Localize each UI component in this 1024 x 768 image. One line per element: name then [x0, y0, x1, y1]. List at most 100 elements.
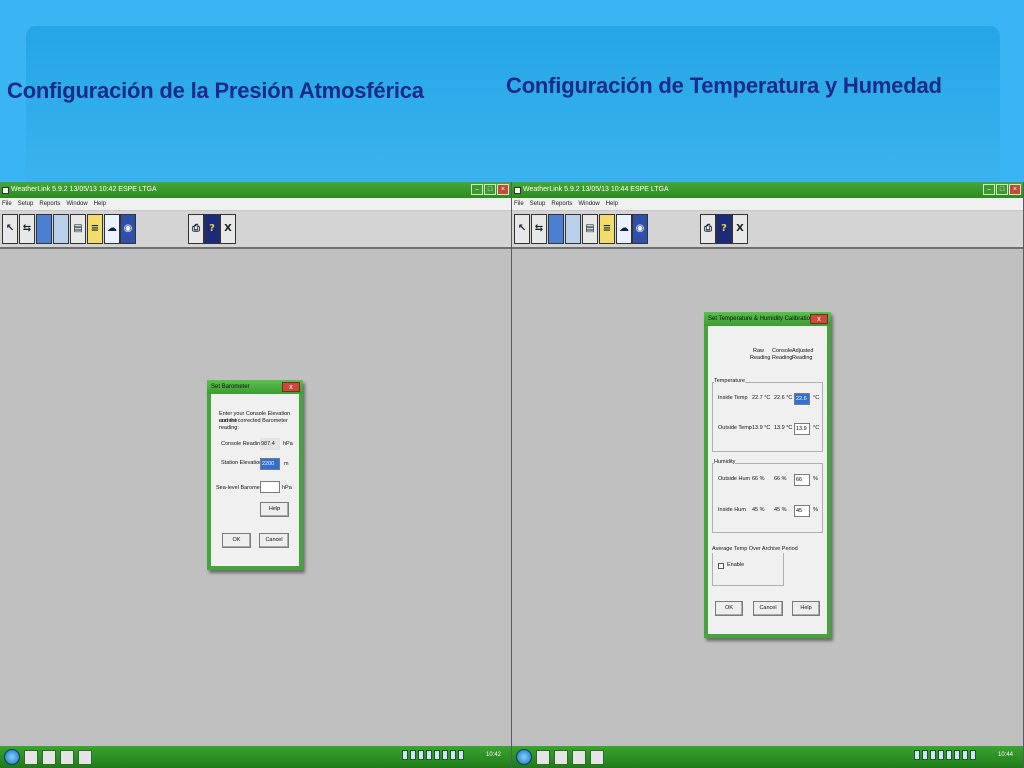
temp-humidity-dialog: Set Temperature & Humidity Calibration x…	[704, 312, 831, 638]
browse-icon[interactable]: ▤	[582, 214, 598, 244]
weather-icon[interactable]: ☁	[104, 214, 120, 244]
taskbar-clock[interactable]: 10:42	[486, 752, 501, 758]
help-button[interactable]: Help	[792, 601, 820, 616]
tray-icon[interactable]	[433, 750, 440, 760]
heading-barometer: Configuración de la Presión Atmosférica	[7, 78, 424, 103]
bulletin-icon[interactable]	[548, 214, 564, 244]
start-button[interactable]	[4, 749, 20, 765]
outside-hum-unit: %	[813, 476, 818, 482]
minimize-button[interactable]: –	[983, 184, 995, 195]
tray-icon[interactable]	[401, 750, 408, 760]
cancel-button[interactable]: Cancel	[753, 601, 783, 616]
summary-icon[interactable]	[53, 214, 69, 244]
menu-window[interactable]: Window	[66, 198, 87, 210]
connect-icon[interactable]: ⇆	[531, 214, 547, 244]
tray-icon[interactable]	[969, 750, 976, 760]
station-elevation-label: Station Elevation:	[221, 460, 264, 466]
taskbar: 10:42	[0, 746, 511, 768]
window-titlebar: WeatherLink 5.9.2 13/05/13 10:44 ESPE LT…	[512, 182, 1023, 198]
cancel-button[interactable]: Cancel	[259, 533, 289, 548]
inside-hum-input[interactable]: 45	[794, 505, 810, 517]
toolbar: ↖ ⇆ ▤ ≡ ☁ ◉ ⎙ ? X	[0, 211, 511, 249]
station-elevation-input[interactable]: 2200	[260, 458, 280, 470]
print-icon[interactable]: ⎙	[700, 214, 716, 244]
maximize-button[interactable]: □	[484, 184, 496, 195]
outside-temp-label: Outside Temp	[718, 425, 752, 431]
tray-icon[interactable]	[945, 750, 952, 760]
menu-reports[interactable]: Reports	[551, 198, 572, 210]
menu-help[interactable]: Help	[94, 198, 106, 210]
taskbar-app-1[interactable]	[536, 749, 550, 765]
select-station-icon[interactable]: ↖	[514, 214, 530, 244]
noaa-icon[interactable]: ◉	[120, 214, 136, 244]
outside-hum-raw: 66 %	[752, 476, 765, 482]
notes-icon[interactable]: ≡	[87, 214, 103, 244]
tray-icon[interactable]	[929, 750, 936, 760]
taskbar-app-2[interactable]	[42, 749, 56, 765]
exit-icon[interactable]: X	[220, 214, 236, 244]
select-station-icon[interactable]: ↖	[2, 214, 18, 244]
menu-help[interactable]: Help	[606, 198, 618, 210]
dialog-close-button[interactable]: x	[282, 382, 300, 392]
tray-icon[interactable]	[417, 750, 424, 760]
sea-level-input[interactable]	[260, 481, 280, 493]
summary-icon[interactable]	[565, 214, 581, 244]
weather-icon[interactable]: ☁	[616, 214, 632, 244]
start-button[interactable]	[516, 749, 532, 765]
tray-icon[interactable]	[961, 750, 968, 760]
help-icon[interactable]: ?	[204, 214, 220, 244]
taskbar-app-3[interactable]	[572, 749, 586, 765]
taskbar-app-1[interactable]	[24, 749, 38, 765]
outside-temp-console: 13.9 °C	[774, 425, 793, 431]
tray-icon[interactable]	[441, 750, 448, 760]
tray-icon[interactable]	[913, 750, 920, 760]
tray-icon[interactable]	[457, 750, 464, 760]
menu-window[interactable]: Window	[578, 198, 599, 210]
menu-setup[interactable]: Setup	[530, 198, 546, 210]
taskbar-app-4[interactable]	[590, 749, 604, 765]
enable-checkbox[interactable]	[718, 563, 724, 569]
close-button[interactable]: ×	[497, 184, 509, 195]
tray-icon[interactable]	[425, 750, 432, 760]
taskbar-app-4[interactable]	[78, 749, 92, 765]
menu-reports[interactable]: Reports	[39, 198, 60, 210]
close-button[interactable]: ×	[1009, 184, 1021, 195]
inside-hum-console: 45 %	[774, 507, 787, 513]
maximize-button[interactable]: □	[996, 184, 1008, 195]
bulletin-icon[interactable]	[36, 214, 52, 244]
noaa-icon[interactable]: ◉	[632, 214, 648, 244]
notes-icon[interactable]: ≡	[599, 214, 615, 244]
connect-icon[interactable]: ⇆	[19, 214, 35, 244]
ok-button[interactable]: OK	[222, 533, 251, 548]
minimize-button[interactable]: –	[471, 184, 483, 195]
menu-setup[interactable]: Setup	[18, 198, 34, 210]
inside-temp-input[interactable]: 22.6	[794, 393, 810, 405]
system-tray: 10:42	[401, 750, 501, 760]
inside-temp-label: Inside Temp	[718, 395, 748, 401]
browse-icon[interactable]: ▤	[70, 214, 86, 244]
tray-icon[interactable]	[937, 750, 944, 760]
help-button[interactable]: Help	[260, 502, 289, 517]
inside-temp-console: 22.6 °C	[774, 395, 793, 401]
taskbar-app-3[interactable]	[60, 749, 74, 765]
console-reading-value: 987.4	[260, 438, 280, 450]
exit-icon[interactable]: X	[732, 214, 748, 244]
ok-button[interactable]: OK	[715, 601, 743, 616]
outside-hum-input[interactable]: 66	[794, 474, 810, 486]
tray-icon[interactable]	[449, 750, 456, 760]
print-icon[interactable]: ⎙	[188, 214, 204, 244]
col-raw-1: Raw	[753, 348, 765, 354]
taskbar-clock[interactable]: 10:44	[998, 752, 1013, 758]
col-adjusted-2: Reading	[792, 355, 813, 361]
menu-file[interactable]: File	[514, 198, 524, 210]
dialog-close-button[interactable]: x	[810, 314, 828, 324]
help-icon[interactable]: ?	[716, 214, 732, 244]
temperature-group-label: Temperature	[714, 378, 745, 385]
sea-level-unit: hPa	[282, 485, 292, 491]
tray-icon[interactable]	[921, 750, 928, 760]
taskbar-app-2[interactable]	[554, 749, 568, 765]
outside-temp-input[interactable]: 13.9	[794, 423, 810, 435]
tray-icon[interactable]	[953, 750, 960, 760]
tray-icon[interactable]	[409, 750, 416, 760]
menu-file[interactable]: File	[2, 198, 12, 210]
